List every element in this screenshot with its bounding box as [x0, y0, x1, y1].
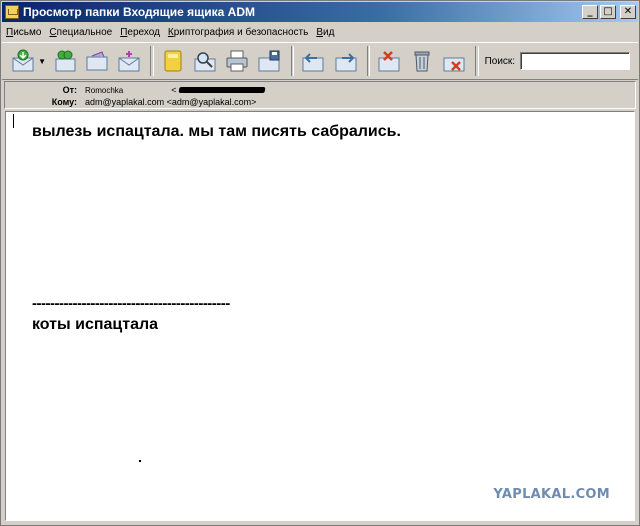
menu-go[interactable]: Переход: [116, 27, 164, 38]
close-button[interactable]: ✕: [620, 5, 636, 19]
previous-message-icon: [302, 53, 324, 72]
trash-icon: [414, 51, 430, 72]
printer-icon: [226, 50, 248, 72]
save-button[interactable]: [256, 47, 282, 75]
from-label: От:: [62, 85, 77, 95]
from-address[interactable]: <: [171, 85, 266, 95]
search-label: Поиск:: [484, 55, 516, 67]
address-book-icon: [164, 50, 182, 72]
next-message-icon: [335, 53, 357, 72]
message-line: коты испацтала: [32, 316, 159, 333]
menu-special[interactable]: Специальное: [45, 27, 116, 38]
title-bar[interactable]: Просмотр папки Входящие ящика ADM _ □ ✕: [2, 2, 638, 22]
message-body[interactable]: вылезь испацтала. мы там писять сабралис…: [5, 111, 635, 521]
dropdown-arrow-icon[interactable]: ▼: [38, 57, 46, 66]
forward-button[interactable]: [84, 47, 110, 75]
delete-message-button[interactable]: [441, 47, 467, 75]
menu-letter[interactable]: Письмо: [2, 27, 45, 38]
next-button[interactable]: [332, 47, 358, 75]
menu-crypto[interactable]: Криптография и безопасность: [164, 27, 312, 38]
watermark: YAPLAKAL.COM: [493, 487, 610, 502]
maximize-button[interactable]: □: [600, 5, 616, 19]
from-name[interactable]: Romochka: [85, 86, 123, 95]
delete-mail-icon: [443, 57, 465, 72]
address-book-button[interactable]: [160, 47, 186, 75]
to-label: Кому:: [51, 97, 77, 107]
print-button[interactable]: [224, 47, 250, 75]
toolbar-separator: [366, 46, 371, 76]
message-line: вылезь испацтала. мы там писять сабралис…: [32, 123, 401, 140]
get-mail-icon: [12, 49, 34, 72]
search-box: Поиск:: [485, 52, 631, 70]
message-separator: ----------------------------------------…: [32, 295, 230, 312]
mail-window: Просмотр папки Входящие ящика ADM _ □ ✕ …: [0, 0, 640, 526]
get-mail-button[interactable]: [10, 47, 36, 75]
find-button[interactable]: [192, 47, 218, 75]
toolbar-separator: [150, 46, 155, 76]
delete-button[interactable]: [409, 47, 435, 75]
message-headers: От: Romochka < Кому: adm@yaplakal.com <a…: [4, 81, 636, 109]
minimize-button[interactable]: _: [582, 5, 598, 19]
save-mail-icon: [258, 50, 280, 72]
stray-dot: [139, 460, 141, 462]
toolbar: ▼ Поиск:: [2, 42, 638, 80]
reply-icon: [55, 50, 76, 72]
compose-icon: [118, 51, 140, 72]
junk-button[interactable]: [376, 47, 402, 75]
toolbar-separator: [290, 46, 295, 76]
search-icon: [194, 52, 216, 72]
text-caret: [13, 114, 14, 128]
reply-button[interactable]: [52, 47, 78, 75]
from-row: От: Romochka <: [5, 84, 266, 96]
redaction-bar: [177, 87, 266, 93]
forward-icon: [86, 51, 108, 71]
junk-mail-icon: [378, 51, 400, 72]
menu-view[interactable]: Вид: [312, 27, 338, 38]
to-address[interactable]: adm@yaplakal.com <adm@yaplakal.com>: [85, 97, 256, 107]
toolbar-separator: [474, 46, 479, 76]
to-row: Кому: adm@yaplakal.com <adm@yaplakal.com…: [5, 96, 257, 108]
search-input[interactable]: [520, 52, 631, 70]
folder-icon: [5, 5, 19, 19]
menu-bar: Письмо Специальное Переход Криптография …: [2, 23, 638, 42]
previous-button[interactable]: [300, 47, 326, 75]
window-title: Просмотр папки Входящие ящика ADM: [23, 5, 256, 19]
new-message-button[interactable]: [116, 47, 142, 75]
